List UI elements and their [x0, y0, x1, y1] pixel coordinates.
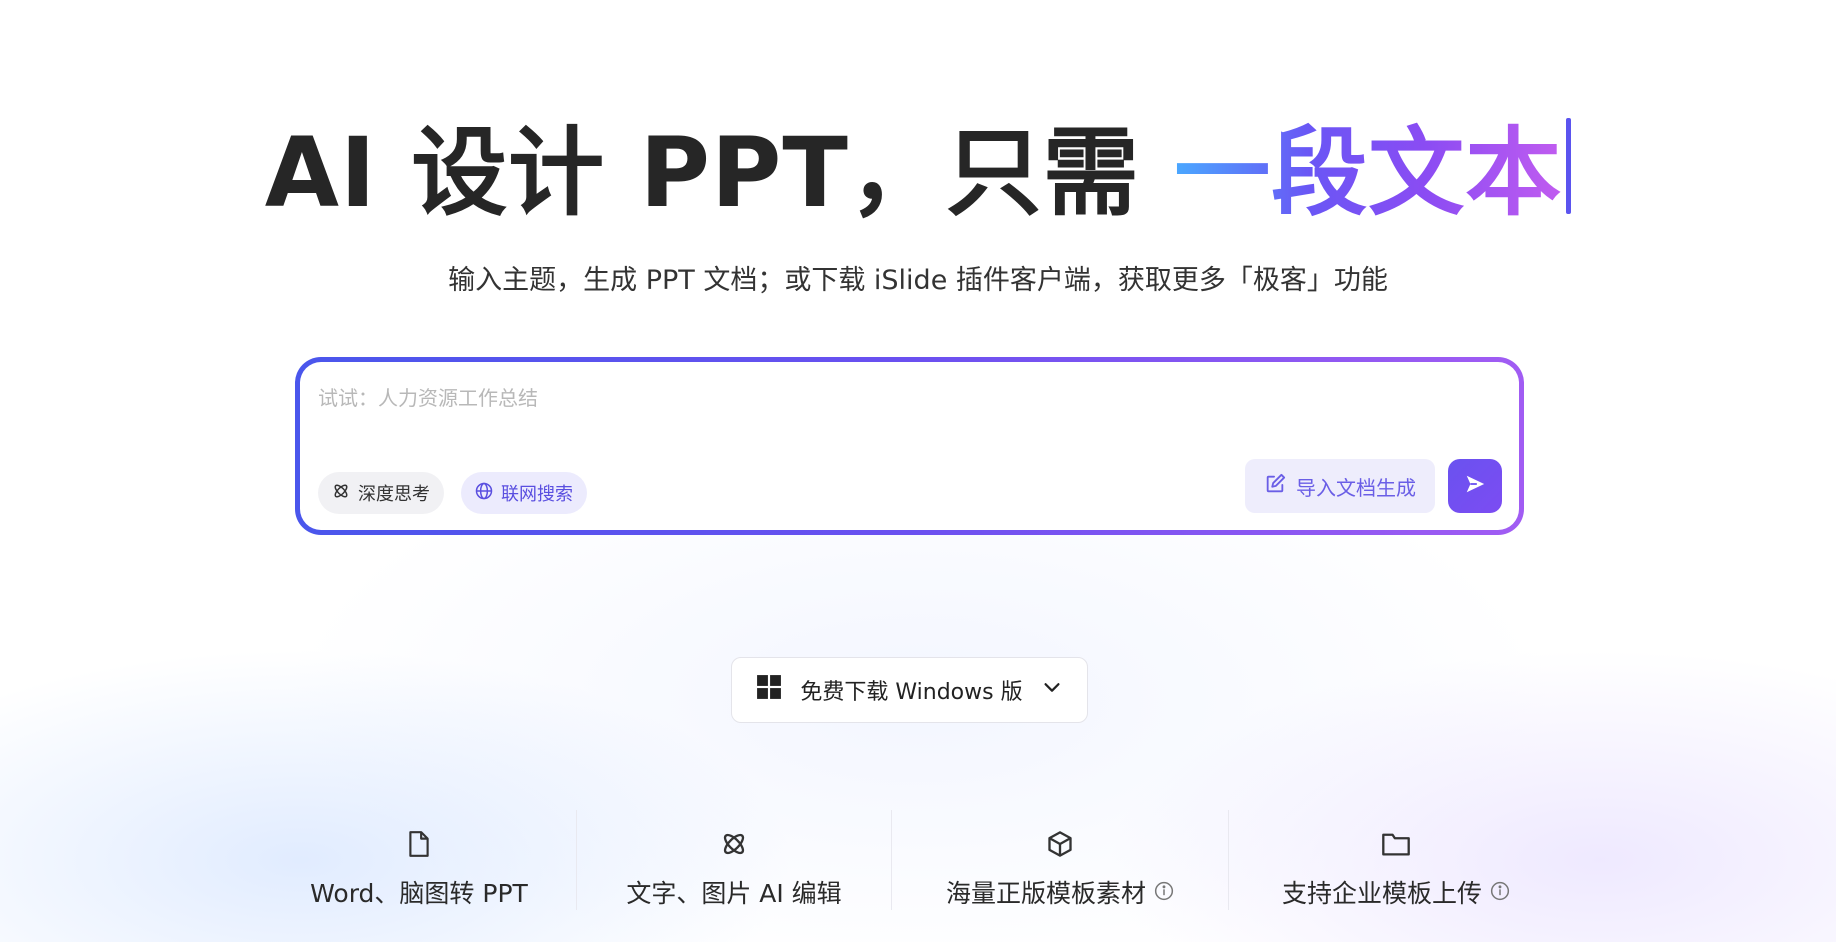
chevron-down-icon	[1041, 676, 1063, 704]
feature-item-templates: 海量正版模板素材	[892, 810, 1228, 910]
feature-list: Word、脑图转 PPT 文字、图片 AI 编辑 海量正版模板素材 支持企业模板…	[262, 810, 1563, 910]
web-search-toggle[interactable]: 联网搜索	[461, 472, 587, 514]
atom-icon	[720, 828, 748, 860]
send-icon	[1464, 473, 1486, 499]
deep-think-label: 深度思考	[358, 484, 430, 505]
hero-title: AI 设计 PPT，只需 一段文本	[0, 118, 1836, 228]
feature-label: Word、脑图转 PPT	[310, 879, 528, 908]
prompt-input[interactable]	[318, 386, 1318, 410]
feature-label: 海量正版模板素材	[946, 874, 1174, 910]
info-icon[interactable]	[1490, 878, 1510, 907]
import-document-button[interactable]: 导入文档生成	[1245, 459, 1435, 513]
feature-item-enterprise-upload: 支持企业模板上传	[1229, 810, 1563, 910]
prompt-inner: 深度思考 联网搜索 导入文档生成	[300, 362, 1519, 530]
feature-label: 文字、图片 AI 编辑	[626, 879, 842, 908]
cube-icon	[1046, 828, 1074, 860]
windows-icon	[756, 674, 782, 706]
file-icon	[406, 828, 432, 860]
hero-title-plain: AI 设计 PPT，只需	[264, 117, 1175, 229]
prompt-box: 深度思考 联网搜索 导入文档生成	[295, 357, 1524, 535]
download-windows-label: 免费下载 Windows 版	[800, 680, 1023, 705]
atom-icon	[332, 482, 350, 505]
feature-label: 支持企业模板上传	[1282, 874, 1510, 910]
deep-think-toggle[interactable]: 深度思考	[318, 472, 444, 514]
globe-icon	[475, 482, 493, 505]
feature-item-word-to-ppt: Word、脑图转 PPT	[262, 810, 576, 910]
hero-subtitle: 输入主题，生成 PPT 文档；或下载 iSlide 插件客户端，获取更多「极客」…	[448, 265, 1388, 296]
typing-caret	[1566, 118, 1572, 214]
import-document-label: 导入文档生成	[1296, 475, 1416, 500]
download-windows-button[interactable]: 免费下载 Windows 版	[731, 657, 1088, 723]
folder-icon	[1381, 828, 1411, 860]
hero-title-highlight: 一段文本	[1174, 117, 1563, 229]
web-search-label: 联网搜索	[501, 484, 573, 505]
info-icon[interactable]	[1154, 878, 1174, 907]
feature-item-ai-edit: 文字、图片 AI 编辑	[577, 810, 891, 910]
send-button[interactable]	[1448, 459, 1502, 513]
edit-square-icon	[1264, 473, 1286, 500]
